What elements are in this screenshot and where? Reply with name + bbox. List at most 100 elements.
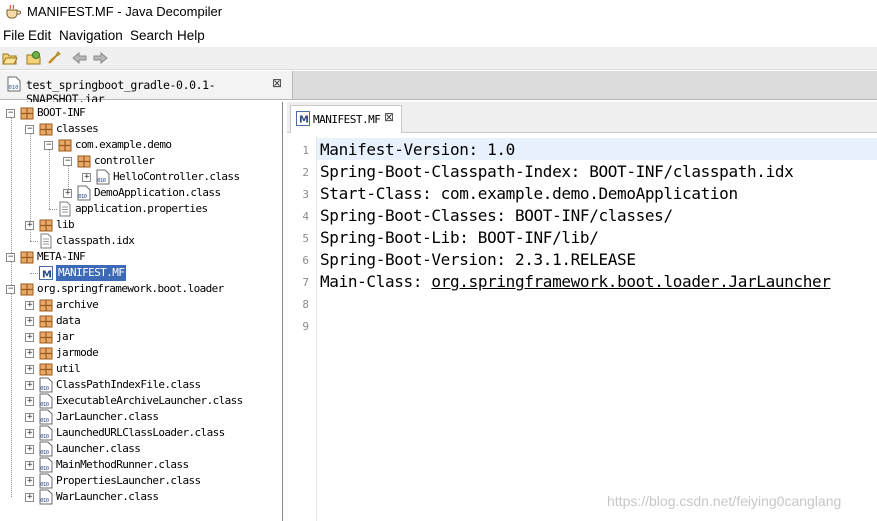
code-line: Start-Class: com.example.demo.DemoApplic… bbox=[320, 184, 738, 203]
line-number-gutter: 1 2 3 4 5 6 7 8 9 bbox=[287, 136, 317, 521]
manifest-file-icon: M bbox=[38, 265, 54, 281]
class-link[interactable]: org.springframework.boot.loader.JarLaunc… bbox=[431, 272, 831, 291]
text-file-icon bbox=[57, 201, 73, 217]
tree-item[interactable]: +010 Launcher.class bbox=[0, 441, 282, 457]
collapse-toggle-icon[interactable]: − bbox=[44, 141, 53, 150]
expand-toggle-icon[interactable]: + bbox=[25, 445, 34, 454]
menu-search[interactable]: Search bbox=[130, 28, 173, 43]
expand-toggle-icon[interactable]: + bbox=[25, 381, 34, 390]
expand-toggle-icon[interactable]: + bbox=[25, 429, 34, 438]
tree-item[interactable]: − META-INF bbox=[0, 249, 282, 265]
package-icon bbox=[38, 329, 54, 345]
menu-help[interactable]: Help bbox=[177, 28, 205, 43]
tree-item[interactable]: + jarmode bbox=[0, 345, 282, 361]
collapse-toggle-icon[interactable]: − bbox=[63, 157, 72, 166]
close-icon[interactable]: ⊠ bbox=[272, 76, 282, 90]
open-file-icon[interactable] bbox=[2, 50, 18, 66]
editor-tab[interactable]: M MANIFEST.MF ⊠ bbox=[290, 105, 402, 133]
tree-item[interactable]: − org.springframework.boot.loader bbox=[0, 281, 282, 297]
expand-toggle-icon[interactable]: + bbox=[25, 477, 34, 486]
expand-toggle-icon[interactable]: + bbox=[25, 413, 34, 422]
expand-toggle-icon[interactable]: + bbox=[25, 333, 34, 342]
forward-arrow-icon[interactable] bbox=[92, 50, 108, 66]
svg-text:010: 010 bbox=[40, 402, 48, 408]
back-arrow-icon[interactable] bbox=[72, 50, 88, 66]
menu-file[interactable]: File bbox=[3, 28, 25, 43]
tree-item[interactable]: +010 JarLauncher.class bbox=[0, 409, 282, 425]
svg-text:010: 010 bbox=[40, 498, 48, 504]
tree-item[interactable]: +010 MainMethodRunner.class bbox=[0, 457, 282, 473]
menu-bar: File Edit Navigation Search Help bbox=[0, 26, 877, 46]
tree-item[interactable]: − BOOT-INF bbox=[0, 105, 282, 121]
open-type-icon[interactable] bbox=[26, 50, 42, 66]
tree-item-label: WarLauncher.class bbox=[56, 490, 159, 503]
collapse-toggle-icon[interactable]: − bbox=[6, 285, 15, 294]
expand-toggle-icon[interactable]: + bbox=[25, 493, 34, 502]
tree-item-label: ClassPathIndexFile.class bbox=[56, 378, 201, 391]
tree-branch-line bbox=[49, 209, 57, 210]
tree-item[interactable]: M MANIFEST.MF bbox=[0, 265, 282, 281]
collapse-toggle-icon[interactable]: − bbox=[6, 109, 15, 118]
code-line: Spring-Boot-Lib: BOOT-INF/lib/ bbox=[320, 228, 599, 247]
tree-item[interactable]: +010 LaunchedURLClassLoader.class bbox=[0, 425, 282, 441]
class-file-icon: 010 bbox=[38, 409, 54, 425]
tree-item[interactable]: − controller bbox=[0, 153, 282, 169]
search-icon[interactable] bbox=[46, 50, 62, 66]
code-line: Spring-Boot-Version: 2.3.1.RELEASE bbox=[320, 250, 636, 269]
package-icon bbox=[76, 153, 92, 169]
tree-item-label: Launcher.class bbox=[56, 442, 141, 455]
menu-edit[interactable]: Edit bbox=[28, 28, 51, 43]
title-bar: MANIFEST.MF - Java Decompiler bbox=[0, 0, 877, 24]
collapse-toggle-icon[interactable]: − bbox=[25, 125, 34, 134]
tree-item-label: archive bbox=[56, 298, 99, 311]
tree-item[interactable]: + lib bbox=[0, 217, 282, 233]
expand-toggle-icon[interactable]: + bbox=[25, 221, 34, 230]
tree-item-label: classpath.idx bbox=[56, 234, 135, 247]
expand-toggle-icon[interactable]: + bbox=[25, 317, 34, 326]
code-line: Main-Class: org.springframework.boot.loa… bbox=[320, 272, 831, 291]
file-tab[interactable]: 010 test_springboot_gradle-0.0.1-SNAPSHO… bbox=[0, 71, 293, 106]
tree-item[interactable]: +010 ClassPathIndexFile.class bbox=[0, 377, 282, 393]
tree-item[interactable]: + util bbox=[0, 361, 282, 377]
expand-toggle-icon[interactable]: + bbox=[25, 365, 34, 374]
tree-branch-line bbox=[30, 241, 38, 242]
tree-item[interactable]: + jar bbox=[0, 329, 282, 345]
svg-text:010: 010 bbox=[40, 482, 48, 488]
svg-text:010: 010 bbox=[9, 85, 19, 91]
coffee-cup-icon bbox=[6, 4, 21, 19]
line-number: 2 bbox=[302, 166, 309, 179]
expand-toggle-icon[interactable]: + bbox=[25, 301, 34, 310]
tree-item[interactable]: +010 WarLauncher.class bbox=[0, 489, 282, 505]
tree-item[interactable]: +010 ExecutableArchiveLauncher.class bbox=[0, 393, 282, 409]
package-icon bbox=[38, 217, 54, 233]
menu-navigation[interactable]: Navigation bbox=[59, 28, 123, 43]
class-file-icon: 010 bbox=[38, 393, 54, 409]
expand-toggle-icon[interactable]: + bbox=[25, 349, 34, 358]
class-file-icon: 010 bbox=[38, 425, 54, 441]
editor-tab-label: MANIFEST.MF bbox=[313, 113, 381, 126]
tree-item[interactable]: + archive bbox=[0, 297, 282, 313]
tree-item[interactable]: application.properties bbox=[0, 201, 282, 217]
line-number: 8 bbox=[302, 298, 309, 311]
svg-text:010: 010 bbox=[40, 434, 48, 440]
expand-toggle-icon[interactable]: + bbox=[25, 461, 34, 470]
tree-item[interactable]: +010 HelloController.class bbox=[0, 169, 282, 185]
collapse-toggle-icon[interactable]: − bbox=[6, 253, 15, 262]
line-number: 7 bbox=[302, 276, 309, 289]
expand-toggle-icon[interactable]: + bbox=[63, 189, 72, 198]
expand-toggle-icon[interactable]: + bbox=[82, 173, 91, 182]
tree-item-label: com.example.demo bbox=[75, 138, 172, 151]
code-area[interactable]: Manifest-Version: 1.0 Spring-Boot-Classpa… bbox=[317, 136, 877, 521]
package-icon bbox=[38, 345, 54, 361]
tree-item[interactable]: +010 PropertiesLauncher.class bbox=[0, 473, 282, 489]
tree-item[interactable]: − com.example.demo bbox=[0, 137, 282, 153]
tree-item[interactable]: − classes bbox=[0, 121, 282, 137]
close-icon[interactable]: ⊠ bbox=[384, 110, 394, 124]
svg-text:010: 010 bbox=[40, 386, 48, 392]
tree-item[interactable]: +010 DemoApplication.class bbox=[0, 185, 282, 201]
expand-toggle-icon[interactable]: + bbox=[25, 397, 34, 406]
tree-item[interactable]: classpath.idx bbox=[0, 233, 282, 249]
package-icon bbox=[19, 249, 35, 265]
class-file-icon: 010 bbox=[38, 473, 54, 489]
tree-item[interactable]: + data bbox=[0, 313, 282, 329]
